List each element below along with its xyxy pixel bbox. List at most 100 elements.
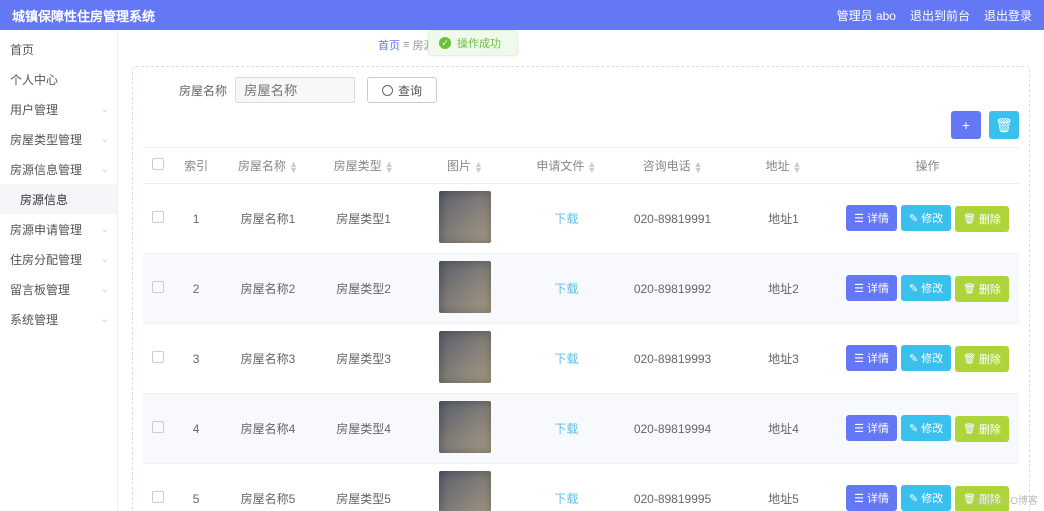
sidebar-item[interactable]: 个人中心	[0, 64, 117, 94]
chevron-down-icon: ⌄	[101, 224, 109, 235]
thumbnail	[439, 401, 491, 453]
app-title: 城镇保障性住房管理系统	[12, 6, 155, 25]
download-link[interactable]: 下载	[554, 422, 578, 436]
toast-success: 操作成功	[428, 30, 518, 56]
data-table: 索引 房屋名称▲▼ 房屋类型▲▼ 图片▲▼ 申请文件▲▼ 咨询电话▲▼ 地址▲▼…	[143, 147, 1019, 511]
modify-button[interactable]: 修改	[901, 275, 951, 301]
add-button[interactable]: +	[951, 111, 981, 139]
sidebar: 首页个人中心用户管理⌄房屋类型管理⌄房源信息管理⌄房源信息房源申请管理⌄住房分配…	[0, 30, 118, 511]
download-link[interactable]: 下载	[554, 352, 578, 366]
cell-index: 4	[172, 394, 220, 464]
modify-button[interactable]: 修改	[901, 485, 951, 511]
cell-tel: 020-89819991	[614, 184, 731, 254]
modify-button[interactable]: 修改	[901, 415, 951, 441]
bulk-delete-button[interactable]: 🗑	[989, 111, 1019, 139]
filter-input[interactable]	[235, 77, 355, 103]
sort-icon[interactable]: ▲▼	[792, 161, 801, 173]
cell-name: 房屋名称2	[220, 254, 316, 324]
cell-addr: 地址2	[731, 254, 836, 324]
table-row: 1房屋名称1房屋类型1下载020-89819991地址1详情修改删除	[143, 184, 1019, 254]
detail-button[interactable]: 详情	[846, 415, 897, 441]
cell-type: 房屋类型1	[316, 184, 412, 254]
cell-name: 房屋名称4	[220, 394, 316, 464]
cell-type: 房屋类型5	[316, 464, 412, 511]
sidebar-item[interactable]: 房源申请管理⌄	[0, 214, 117, 244]
cell-tel: 020-89819994	[614, 394, 731, 464]
cell-addr: 地址4	[731, 394, 836, 464]
table-row: 4房屋名称4房屋类型4 下载 020-89819994地址4 详情修改删除	[143, 394, 1019, 464]
sort-icon[interactable]: ▲▼	[289, 161, 298, 173]
download-link[interactable]: 下载	[554, 492, 578, 506]
cell-type: 房屋类型2	[316, 254, 412, 324]
select-all-checkbox[interactable]	[152, 158, 164, 170]
delete-button[interactable]: 删除	[955, 206, 1009, 232]
cell-name: 房屋名称3	[220, 324, 316, 394]
cell-index: 5	[172, 464, 220, 511]
chevron-down-icon: ⌄	[101, 134, 109, 145]
chevron-down-icon: ⌄	[101, 284, 109, 295]
chevron-down-icon: ⌄	[101, 254, 109, 265]
thumbnail	[439, 261, 491, 313]
download-link[interactable]: 下载	[554, 212, 578, 226]
modify-button[interactable]: 修改	[901, 345, 951, 371]
row-checkbox[interactable]	[152, 421, 164, 433]
detail-button[interactable]: 详情	[846, 275, 897, 301]
sidebar-item[interactable]: 用户管理⌄	[0, 94, 117, 124]
sort-icon[interactable]: ▲▼	[694, 161, 703, 173]
chevron-down-icon: ⌄	[101, 164, 109, 175]
panel: 房屋名称 查询 + 🗑 索引 房屋名称▲▼ 房屋类型▲▼ 图片▲▼ 申请文件▲▼…	[132, 66, 1030, 511]
delete-button[interactable]: 删除	[955, 276, 1009, 302]
cell-index: 1	[172, 184, 220, 254]
sidebar-item[interactable]: 住房分配管理⌄	[0, 244, 117, 274]
detail-button[interactable]: 详情	[846, 345, 897, 371]
action-bar: + 🗑	[143, 111, 1019, 139]
chevron-down-icon: ⌄	[101, 104, 109, 115]
cell-tel: 020-89819992	[614, 254, 731, 324]
table-row: 5房屋名称5房屋类型5下载020-89819995地址5详情修改删除	[143, 464, 1019, 511]
thumbnail	[439, 471, 491, 511]
row-checkbox[interactable]	[152, 281, 164, 293]
cell-tel: 020-89819993	[614, 324, 731, 394]
delete-button[interactable]: 删除	[955, 346, 1009, 372]
topbar: 城镇保障性住房管理系统 管理员 abo 退出到前台 退出登录	[0, 0, 1044, 30]
filter-label: 房屋名称	[179, 82, 227, 99]
row-checkbox[interactable]	[152, 351, 164, 363]
row-checkbox[interactable]	[152, 491, 164, 503]
table-row: 2房屋名称2房屋类型2 下载 020-89819992地址2 详情修改删除	[143, 254, 1019, 324]
search-button[interactable]: 查询	[367, 77, 437, 103]
cell-addr: 地址3	[731, 324, 836, 394]
sidebar-item[interactable]: 留言板管理⌄	[0, 274, 117, 304]
logout-link[interactable]: 退出登录	[984, 7, 1032, 24]
sidebar-item[interactable]: 首页	[0, 34, 117, 64]
modify-button[interactable]: 修改	[901, 205, 951, 231]
breadcrumb: 首页 ≡ 房源信息	[118, 30, 1044, 60]
cell-type: 房屋类型3	[316, 324, 412, 394]
sort-icon[interactable]: ▲▼	[474, 161, 483, 173]
cell-addr: 地址1	[731, 184, 836, 254]
exit-front-link[interactable]: 退出到前台	[910, 7, 970, 24]
content: 操作成功 首页 ≡ 房源信息 房屋名称 查询 + 🗑 索引 房屋名称▲▼	[118, 30, 1044, 511]
thumbnail	[439, 331, 491, 383]
cell-type: 房屋类型4	[316, 394, 412, 464]
cell-tel: 020-89819995	[614, 464, 731, 511]
breadcrumb-home[interactable]: 首页	[378, 37, 400, 53]
thumbnail	[439, 191, 491, 243]
table-row: 3房屋名称3房屋类型3 下载 020-89819993地址3 详情修改删除	[143, 324, 1019, 394]
sidebar-item[interactable]: 系统管理⌄	[0, 304, 117, 334]
download-link[interactable]: 下载	[554, 282, 578, 296]
sort-icon[interactable]: ▲▼	[385, 161, 394, 173]
delete-button[interactable]: 删除	[955, 416, 1009, 442]
detail-button[interactable]: 详情	[846, 485, 897, 511]
sidebar-item[interactable]: 房源信息管理⌄	[0, 154, 117, 184]
watermark: @51CTO博客	[976, 492, 1038, 507]
user-label[interactable]: 管理员 abo	[837, 7, 896, 24]
sort-icon[interactable]: ▲▼	[587, 161, 596, 173]
detail-button[interactable]: 详情	[846, 205, 897, 231]
cell-index: 3	[172, 324, 220, 394]
cell-name: 房屋名称5	[220, 464, 316, 511]
cell-index: 2	[172, 254, 220, 324]
sidebar-item[interactable]: 房屋类型管理⌄	[0, 124, 117, 154]
row-checkbox[interactable]	[152, 211, 164, 223]
sidebar-item[interactable]: 房源信息	[0, 184, 117, 214]
chevron-down-icon: ⌄	[101, 314, 109, 325]
